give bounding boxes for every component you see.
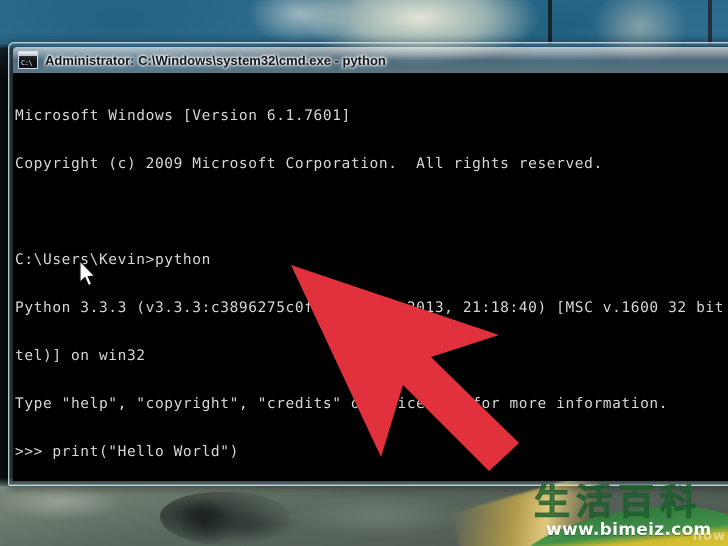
background-seams — [0, 0, 728, 44]
screenshot-root: C:\ Administrator: C:\Windows\system32\c… — [0, 0, 728, 546]
cmd-icon-titlebar-strip — [19, 52, 37, 56]
console-line: >>> print("Hello World") — [15, 444, 239, 460]
console-output-area[interactable]: Microsoft Windows [Version 6.1.7601] Cop… — [13, 73, 728, 481]
console-line: Microsoft Windows [Version 6.1.7601] — [15, 108, 351, 124]
watermark-ghost-text: now — [692, 529, 726, 544]
watermark-url: www.bimeiz.com — [546, 520, 712, 540]
console-line: Type "help", "copyright", "credits" or "… — [15, 396, 669, 412]
console-text: Microsoft Windows [Version 6.1.7601] Cop… — [13, 73, 728, 481]
console-line: tel)] on win32 — [15, 348, 146, 364]
window-frame: C:\ Administrator: C:\Windows\system32\c… — [8, 42, 728, 486]
watermark-chinese-title: 生活百科 — [533, 484, 703, 523]
site-watermark: 生活百科 www.bimeiz.com now — [528, 484, 728, 546]
cmd-console-icon: C:\ — [18, 51, 38, 69]
console-line: C:\Users\Kevin>python — [15, 252, 211, 268]
console-line: Copyright (c) 2009 Microsoft Corporation… — [15, 156, 603, 172]
console-line: Python 3.3.3 (v3.3.3:c3896275c0f6, Nov 1… — [15, 300, 728, 316]
window-title: Administrator: C:\Windows\system32\cmd.e… — [45, 52, 386, 68]
cmd-console-window[interactable]: C:\ Administrator: C:\Windows\system32\c… — [8, 42, 728, 486]
cmd-icon-prompt-glyph: C:\ — [21, 59, 33, 67]
window-titlebar[interactable]: C:\ Administrator: C:\Windows\system32\c… — [13, 47, 728, 73]
